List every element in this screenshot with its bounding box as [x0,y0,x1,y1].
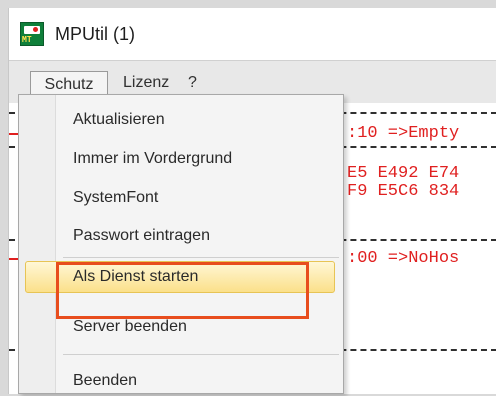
icon-label: MT [22,35,32,44]
annotation-highlight-box [56,262,309,319]
window-title: MPUtil (1) [55,24,135,44]
menu-separator [63,354,339,355]
menu-item-beenden[interactable]: Beenden [73,366,137,396]
menu-gutter [19,95,56,393]
menu-item-systemfont[interactable]: SystemFont [73,183,158,213]
menu-item-passwort-eintragen[interactable]: Passwort eintragen [73,221,210,251]
icon-screen [24,26,40,34]
title-bar[interactable]: MT MPUtil (1) [9,8,496,60]
menu-separator [63,257,339,258]
log-line: :00 =>NoHos [347,249,460,268]
mpt-app-icon[interactable]: MT [20,22,44,46]
log-line: :10 =>Empty [347,124,460,143]
menu-item-immer-im-vordergrund[interactable]: Immer im Vordergrund [73,144,232,174]
log-line: E5 E492 E74 [347,164,460,183]
menu-lizenz[interactable]: Lizenz [119,69,173,97]
menu-item-aktualisieren[interactable]: Aktualisieren [73,105,165,135]
menu-help[interactable]: ? [184,69,201,97]
log-line: F9 E5C6 834 [347,182,460,201]
schutz-dropdown-menu: Aktualisieren Immer im Vordergrund Syste… [18,94,344,394]
